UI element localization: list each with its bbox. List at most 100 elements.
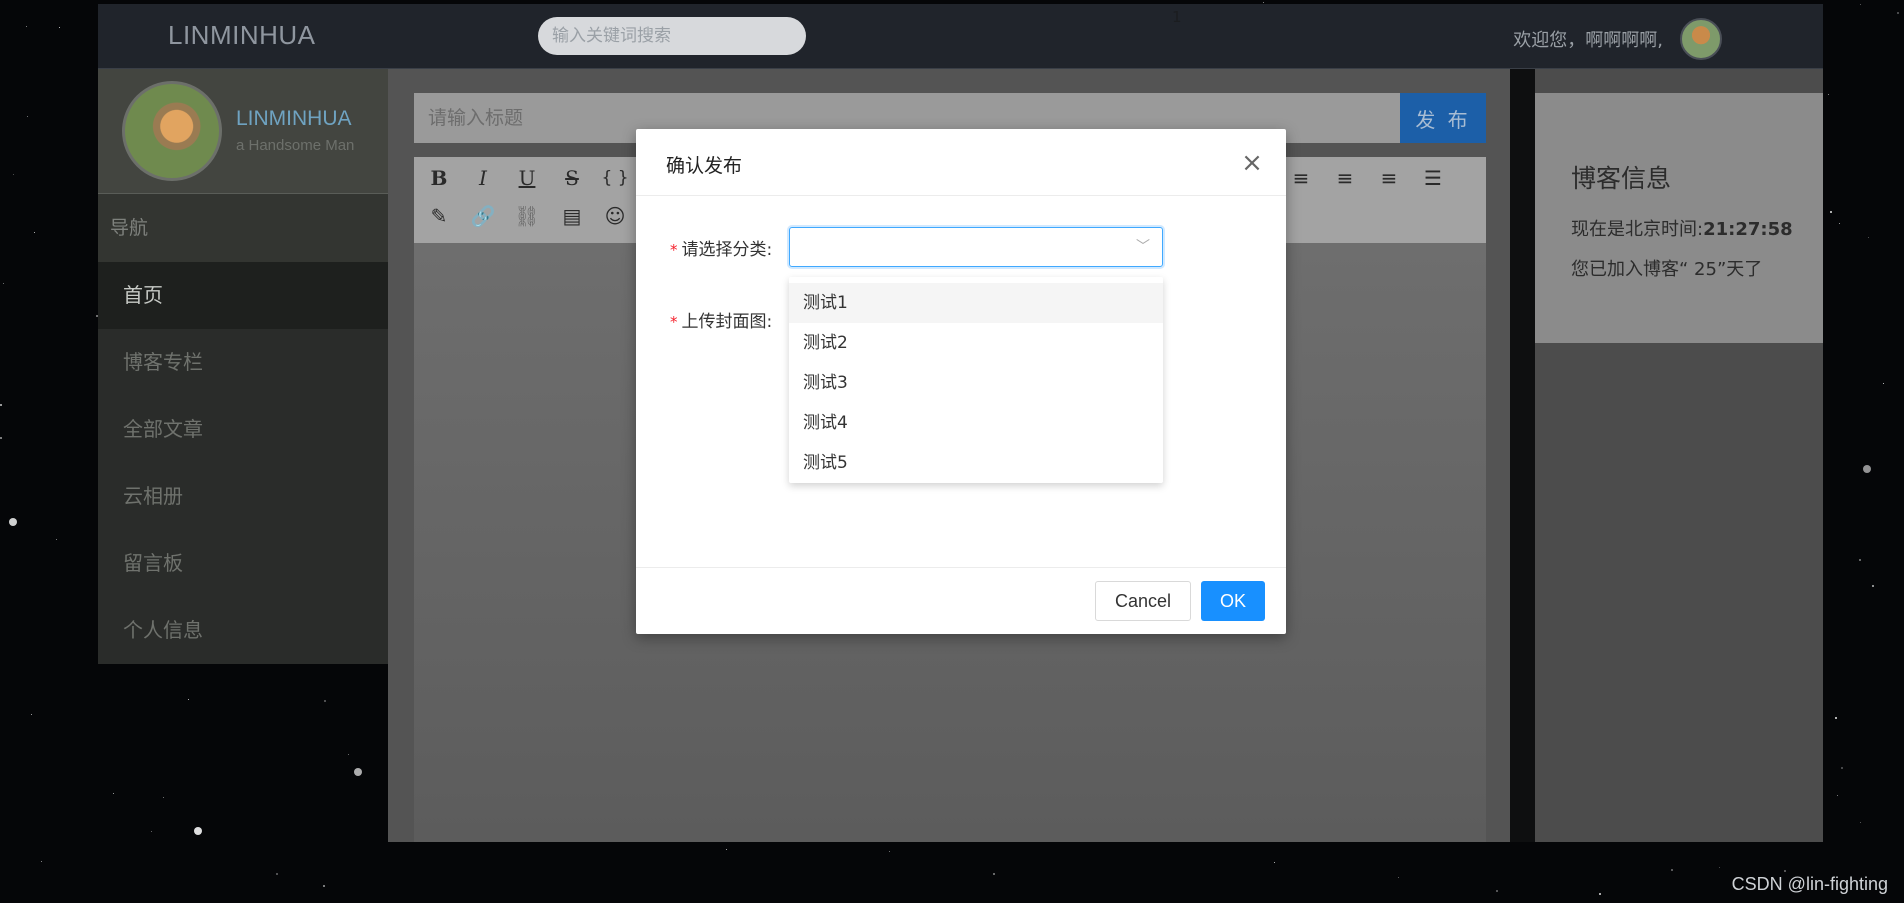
emoji-icon[interactable]: ☺ xyxy=(600,201,630,231)
nav-heading: 导航 xyxy=(98,194,388,262)
star xyxy=(1828,94,1829,95)
confirm-publish-modal: 确认发布 × * 请选择分类: ﹀ * 上传封面图: 测试1 测试2 测试3 测试4… xyxy=(636,129,1286,634)
required-mark: * xyxy=(670,313,678,331)
star xyxy=(27,116,28,117)
modal-title: 确认发布 xyxy=(666,155,743,177)
star xyxy=(889,851,890,852)
category-option[interactable]: 测试2 xyxy=(789,323,1163,363)
star xyxy=(1274,862,1275,863)
align-left-icon[interactable]: ≡ xyxy=(1286,163,1316,193)
user-avatar[interactable] xyxy=(1680,18,1722,60)
profile-tagline: a Handsome Man xyxy=(236,137,355,154)
star xyxy=(13,174,14,175)
star xyxy=(1263,2,1264,3)
category-label-text: 请选择分类: xyxy=(681,240,773,260)
star xyxy=(1719,867,1720,868)
star xyxy=(1599,893,1601,895)
sidebar-item-home[interactable]: 首页 xyxy=(98,262,388,329)
star xyxy=(1883,383,1884,384)
star xyxy=(1841,767,1843,769)
time-value: 21:27:58 xyxy=(1703,219,1793,240)
star xyxy=(1860,4,1861,5)
pen-icon[interactable]: ✎ xyxy=(424,201,454,231)
joined-days: 您已加入博客“ 25”天了 xyxy=(1571,259,1763,280)
header-marker: 1 xyxy=(1172,8,1182,26)
modal-divider xyxy=(636,195,1286,196)
profile-name: LINMINHUA xyxy=(236,107,352,130)
strikethrough-icon[interactable]: S xyxy=(557,163,587,193)
category-dropdown: 测试1 测试2 测试3 测试4 测试5 xyxy=(789,277,1163,483)
column-gutter xyxy=(1510,69,1535,842)
modal-footer-divider xyxy=(636,567,1286,568)
star xyxy=(41,861,42,862)
star xyxy=(56,539,57,540)
profile-avatar xyxy=(122,81,222,181)
star xyxy=(1835,717,1837,719)
top-header: LINMINHUA 1 欢迎您，啊啊啊啊, xyxy=(98,4,1823,69)
profile-card: LINMINHUA a Handsome Man xyxy=(98,69,388,194)
chevron-down-icon: ﹀ xyxy=(1136,239,1150,255)
star xyxy=(1839,223,1840,224)
category-option[interactable]: 测试3 xyxy=(789,363,1163,403)
underline-icon[interactable]: U xyxy=(512,163,542,193)
align-right-icon[interactable]: ≡ xyxy=(1374,163,1404,193)
category-label: * 请选择分类: xyxy=(670,235,772,260)
ok-button[interactable]: OK xyxy=(1201,581,1265,621)
sidebar-item-message-board[interactable]: 留言板 xyxy=(98,530,388,597)
star xyxy=(1863,465,1871,473)
publish-button[interactable]: 发 布 xyxy=(1400,93,1486,143)
star xyxy=(1859,559,1861,561)
star xyxy=(26,26,27,27)
left-sidebar: LINMINHUA a Handsome Man 导航 首页 博客专栏 全部文章… xyxy=(98,69,388,664)
brand-logo[interactable]: LINMINHUA xyxy=(168,20,316,51)
star xyxy=(1872,585,1874,587)
blog-info-title: 博客信息 xyxy=(1571,164,1672,193)
star xyxy=(1868,237,1869,238)
sidebar-item-profile[interactable]: 个人信息 xyxy=(98,597,388,664)
italic-icon[interactable]: I xyxy=(468,163,498,193)
code-icon[interactable]: { } xyxy=(600,163,630,193)
category-option[interactable]: 测试5 xyxy=(789,443,1163,483)
star xyxy=(1830,211,1832,213)
category-option[interactable]: 测试1 xyxy=(789,283,1163,323)
link-icon[interactable]: 🔗 xyxy=(468,201,498,231)
align-justify-icon[interactable]: ☰ xyxy=(1418,163,1448,193)
star xyxy=(1860,822,1861,823)
star xyxy=(323,885,325,887)
star xyxy=(0,437,2,439)
cover-label-text: 上传封面图: xyxy=(681,312,773,332)
star xyxy=(1671,869,1673,871)
star xyxy=(1496,890,1498,892)
sidebar-item-cloud-album[interactable]: 云相册 xyxy=(98,463,388,530)
star xyxy=(3,283,4,284)
required-mark: * xyxy=(670,241,678,259)
time-label: 现在是北京时间: xyxy=(1571,219,1704,240)
beijing-time: 现在是北京时间:21:27:58 xyxy=(1571,215,1793,241)
watermark: CSDN @lin-fighting xyxy=(1731,874,1888,894)
close-icon[interactable]: × xyxy=(1236,147,1268,179)
bold-icon[interactable]: B xyxy=(424,163,454,193)
sidebar-item-all-articles[interactable]: 全部文章 xyxy=(98,396,388,463)
star xyxy=(34,232,35,233)
star xyxy=(1837,795,1838,796)
category-select[interactable]: ﹀ xyxy=(789,227,1163,267)
search-input[interactable] xyxy=(538,17,806,55)
align-center-icon[interactable]: ≡ xyxy=(1330,163,1360,193)
welcome-text: 欢迎您，啊啊啊啊, xyxy=(1513,30,1663,51)
star xyxy=(0,404,2,406)
star xyxy=(1897,12,1899,14)
star xyxy=(59,27,60,28)
code-block-icon[interactable]: ▤ xyxy=(557,201,587,231)
star xyxy=(1398,877,1399,878)
cancel-button[interactable]: Cancel xyxy=(1095,581,1191,621)
star xyxy=(31,714,32,715)
sidebar-item-blog-column[interactable]: 博客专栏 xyxy=(98,329,388,396)
unlink-icon[interactable]: ⛓ xyxy=(512,201,542,231)
star xyxy=(1784,870,1786,872)
blog-info-card: 博客信息 现在是北京时间:21:27:58 您已加入博客“ 25”天了 xyxy=(1535,93,1823,343)
star xyxy=(993,873,995,875)
cover-label: * 上传封面图: xyxy=(670,307,772,332)
star xyxy=(726,849,727,850)
star xyxy=(276,873,278,875)
category-option[interactable]: 测试4 xyxy=(789,403,1163,443)
